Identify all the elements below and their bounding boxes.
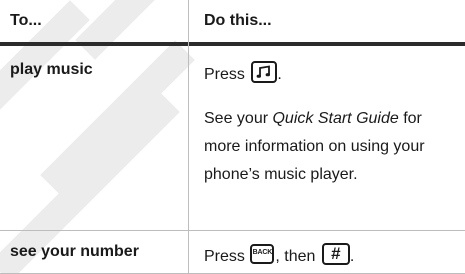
guide-title: Quick Start Guide: [272, 110, 399, 127]
row-instruction: Press .: [204, 61, 282, 84]
instruction-middle: , then: [275, 248, 316, 265]
instructions-table: To... Do this... play music Press . See …: [0, 0, 465, 274]
note-prefix: See your: [204, 110, 273, 127]
instruction-prefix: Press: [204, 66, 245, 83]
header-col-to: To...: [10, 12, 42, 29]
row-note: See your Quick Start Guide for more info…: [204, 105, 459, 189]
table-header: To... Do this...: [0, 0, 465, 42]
row-instruction: Press BACK, then #.: [204, 243, 354, 266]
column-divider: [188, 0, 189, 274]
instruction-prefix: Press: [204, 248, 245, 265]
back-key-icon: BACK: [250, 244, 275, 264]
instruction-suffix: .: [349, 248, 355, 265]
header-divider: [0, 42, 465, 46]
row-action: play music: [10, 61, 93, 78]
header-col-do-this: Do this...: [204, 12, 272, 29]
instruction-suffix: .: [277, 66, 282, 83]
hash-key-icon: #: [321, 243, 350, 265]
row-action: see your number: [10, 243, 139, 260]
music-key-icon: [251, 61, 278, 83]
row-divider: [0, 230, 465, 231]
